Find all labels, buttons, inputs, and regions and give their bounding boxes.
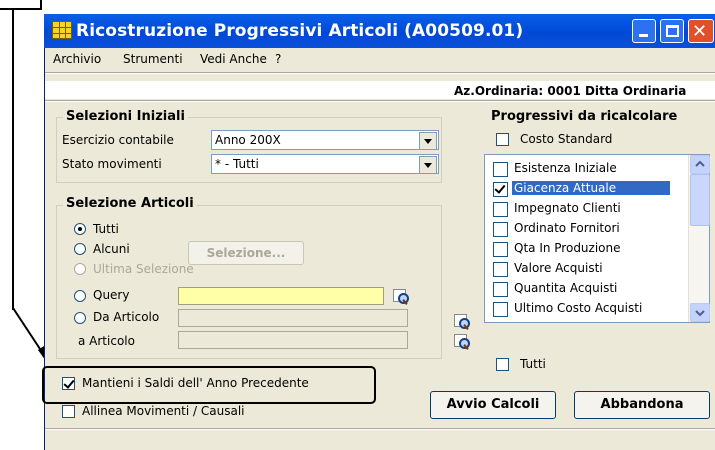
to-article-search-icon[interactable] (452, 332, 470, 350)
item-checkbox[interactable] (493, 182, 508, 197)
to-article-input[interactable] (178, 331, 408, 349)
standard-cost-checkbox[interactable] (496, 133, 509, 146)
cancel-button[interactable]: Abbandona (574, 391, 710, 419)
chevron-down-icon[interactable] (419, 132, 437, 150)
list-item[interactable]: Qta In Produzione (489, 239, 689, 259)
menu-archivio[interactable]: Archivio (53, 52, 101, 66)
radio-all-label: Tutti (93, 222, 119, 236)
all-progressives-checkbox[interactable] (496, 358, 509, 371)
align-movements-label: Allinea Movimenti / Causali (82, 404, 245, 418)
radio-from-article[interactable] (74, 312, 86, 324)
list-item-label: Ultimo Costo Acquisti (514, 301, 643, 315)
chevron-down-icon[interactable] (419, 156, 437, 174)
menu-help[interactable]: ? (275, 52, 281, 66)
radio-all[interactable] (74, 223, 86, 235)
item-checkbox[interactable] (493, 262, 508, 277)
item-checkbox[interactable] (493, 282, 508, 297)
list-item[interactable]: Impegnato Clienti (489, 199, 689, 219)
list-item-label: Esistenza Iniziale (514, 161, 617, 175)
selection-button[interactable]: Selezione... (188, 241, 304, 265)
highlight-box (42, 366, 376, 404)
from-article-input[interactable] (178, 309, 408, 327)
window-title: Ricostruzione Progressivi Articoli (A005… (76, 21, 524, 41)
start-calculation-button[interactable]: Avvio Calcoli (430, 391, 556, 419)
maximize-button[interactable] (660, 19, 684, 43)
item-checkbox[interactable] (493, 242, 508, 257)
align-movements-checkbox[interactable] (62, 405, 75, 418)
item-checkbox[interactable] (493, 162, 508, 177)
menu-vedi-anche[interactable]: Vedi Anche (200, 52, 267, 66)
list-item-label: Giacenza Attuale (512, 181, 670, 195)
item-checkbox[interactable] (493, 222, 508, 237)
radio-some-label: Alcuni (93, 242, 130, 256)
progressives-list[interactable]: Esistenza Iniziale Giacenza Attuale Impe… (484, 154, 710, 323)
from-article-search-icon[interactable] (452, 312, 470, 330)
initial-selections-title: Selezioni Iniziali (63, 109, 188, 124)
info-separator (45, 100, 715, 102)
list-item[interactable]: Ordinato Fornitori (489, 219, 689, 239)
list-item[interactable]: Ultimo Costo Acquisti (489, 299, 689, 319)
maximize-icon (666, 25, 679, 37)
list-item[interactable]: Esistenza Iniziale (489, 159, 689, 179)
radio-query[interactable] (74, 290, 86, 302)
movement-state-value: * - Tutti (215, 157, 259, 171)
fiscal-year-value: Anno 200X (215, 133, 281, 147)
article-selection-title: Selezione Articoli (63, 196, 197, 211)
list-scrollbar[interactable] (688, 155, 710, 322)
callout-line-top (0, 8, 40, 10)
movement-state-select[interactable]: * - Tutti (211, 154, 439, 174)
list-item[interactable]: Valore Acquisti (489, 259, 689, 279)
movement-state-label: Stato movimenti (62, 157, 162, 171)
fiscal-year-select[interactable]: Anno 200X (211, 130, 439, 150)
query-input[interactable] (178, 287, 384, 305)
radio-last-selection[interactable] (74, 263, 86, 275)
list-item-label: Quantita Acquisti (514, 281, 618, 295)
standard-cost-label: Costo Standard (520, 132, 613, 146)
list-item-label: Impegnato Clienti (514, 201, 621, 215)
from-article-label: Da Articolo (93, 310, 160, 324)
scroll-thumb[interactable] (690, 174, 710, 226)
query-search-icon[interactable] (391, 287, 409, 305)
radio-some[interactable] (74, 243, 86, 255)
bottom-separator (45, 428, 715, 430)
menu-separator (45, 72, 715, 74)
minimize-button[interactable] (632, 19, 656, 43)
scroll-down-icon[interactable] (690, 303, 710, 322)
menu-strumenti[interactable]: Strumenti (123, 52, 183, 66)
list-item-label: Valore Acquisti (514, 261, 603, 275)
list-item[interactable]: Quantita Acquisti (489, 279, 689, 299)
minimize-icon (639, 34, 648, 37)
radio-query-label: Query (93, 288, 130, 302)
scroll-up-icon[interactable] (690, 155, 710, 174)
list-item-label: Qta In Produzione (514, 241, 621, 255)
list-item-label: Ordinato Fornitori (514, 221, 620, 235)
list-item[interactable]: Giacenza Attuale (489, 179, 689, 199)
fiscal-year-label: Esercizio contabile (62, 133, 174, 147)
to-article-label: a Articolo (78, 334, 135, 348)
callout-line-vertical (12, 8, 14, 310)
item-checkbox[interactable] (493, 202, 508, 217)
company-label: Az.Ordinaria: 0001 Ditta Ordinaria (454, 84, 687, 98)
radio-last-selection-label: Ultima Selezione (93, 262, 194, 276)
progressives-title: Progressivi da ricalcolare (491, 109, 678, 124)
all-progressives-label: Tutti (520, 357, 546, 371)
close-icon: ✕ (692, 21, 708, 42)
callout-line-top-right (40, 0, 42, 10)
item-checkbox[interactable] (493, 302, 508, 317)
close-button[interactable]: ✕ (688, 19, 714, 43)
app-grid-icon (52, 21, 72, 39)
